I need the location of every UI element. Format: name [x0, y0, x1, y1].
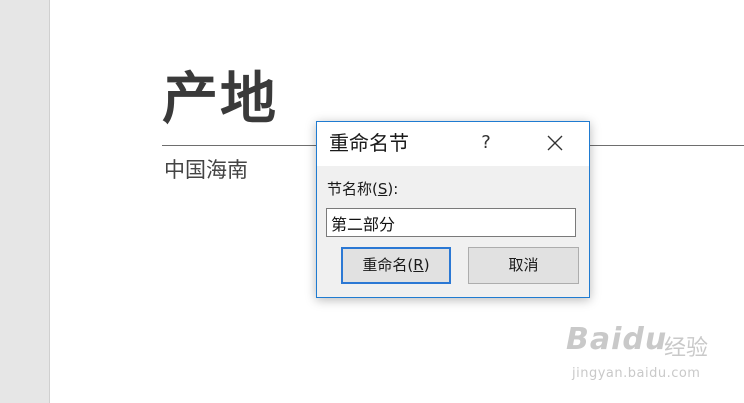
section-name-input[interactable]	[326, 208, 576, 237]
baidu-jingyan-watermark: Baidu 经验 jingyan.baidu.com	[566, 318, 736, 388]
slide-subtitle: 中国海南	[164, 158, 248, 182]
section-name-label-suffix: ):	[387, 180, 399, 198]
rename-section-dialog: 重命名节 ? 节名称(S): 重命名(R) 取消	[316, 121, 590, 298]
section-name-label: 节名称(S):	[327, 182, 398, 197]
dialog-titlebar[interactable]: 重命名节 ?	[317, 122, 589, 166]
rename-button-prefix: 重命名(	[362, 256, 414, 274]
watermark-logo: Baidu	[566, 322, 668, 357]
rename-button-suffix: )	[423, 256, 430, 274]
slide-thumbnail-pane[interactable]	[0, 0, 50, 403]
rename-button-mnemonic: R	[413, 256, 424, 274]
dialog-title: 重命名节	[329, 131, 409, 155]
section-name-label-mnemonic: S	[377, 180, 388, 198]
close-button[interactable]	[535, 128, 575, 158]
help-icon: ?	[481, 132, 491, 153]
cancel-button[interactable]: 取消	[468, 247, 579, 284]
watermark-jingyan: 经验	[664, 336, 709, 361]
slide-title: 产地	[162, 67, 278, 132]
help-button[interactable]: ?	[471, 128, 501, 158]
rename-button[interactable]: 重命名(R)	[341, 247, 451, 284]
section-name-label-prefix: 节名称(	[327, 180, 378, 198]
close-icon	[547, 135, 563, 151]
watermark-url: jingyan.baidu.com	[572, 366, 701, 381]
